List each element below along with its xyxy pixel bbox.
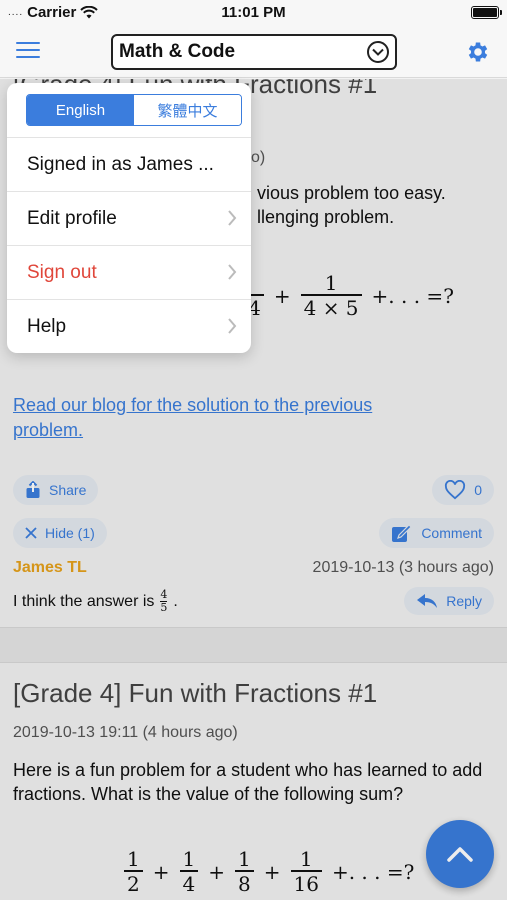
menu-item-help[interactable]: Help <box>7 299 251 353</box>
status-bar: .... Carrier 11:01 PM <box>0 0 507 26</box>
site-title: Math & Code <box>119 41 236 62</box>
status-time: 11:01 PM <box>221 4 286 21</box>
chevron-right-icon <box>228 318 237 334</box>
language-option-english[interactable]: English <box>27 95 134 125</box>
language-option-chinese[interactable]: 繁體中文 <box>134 95 241 125</box>
site-selector[interactable]: Math & Code <box>111 34 397 70</box>
battery-icon <box>471 6 502 19</box>
menu-item-label: Help <box>27 315 67 337</box>
chevron-right-icon <box>228 210 237 226</box>
signed-in-text: Signed in as James ... <box>27 153 214 175</box>
menu-item-edit-profile[interactable]: Edit profile <box>7 191 251 245</box>
signed-in-label: Signed in as James ... <box>7 137 251 191</box>
menu-item-label: Sign out <box>27 261 97 283</box>
gear-icon[interactable] <box>465 39 491 65</box>
chevron-right-icon <box>228 264 237 280</box>
menu-item-label: Edit profile <box>27 207 117 229</box>
menu-item-sign-out[interactable]: Sign out <box>7 245 251 299</box>
account-menu: English 繁體中文 Signed in as James ... Edit… <box>7 83 251 353</box>
hamburger-menu-icon[interactable] <box>16 42 40 60</box>
language-toggle: English 繁體中文 <box>26 94 242 126</box>
chevron-down-icon <box>367 41 389 63</box>
nav-bar: Math & Code <box>0 26 507 78</box>
